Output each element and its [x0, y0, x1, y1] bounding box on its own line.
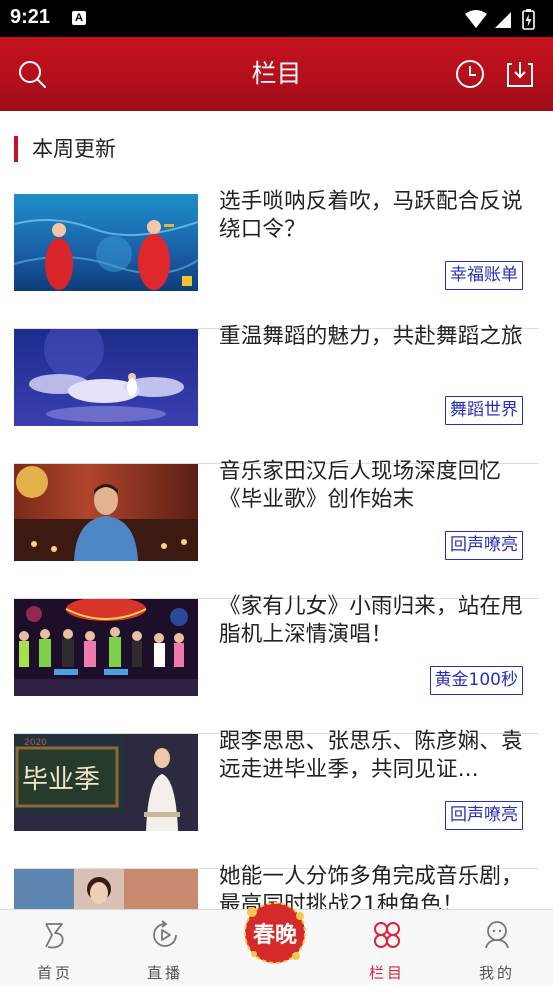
section-title: 本周更新: [32, 137, 116, 161]
tab-home[interactable]: 首页: [0, 910, 110, 985]
status-time: 9:21: [10, 6, 51, 28]
section-accent-bar: [14, 136, 18, 162]
status-icons: [465, 9, 535, 30]
item-title[interactable]: 《家有儿女》小雨归来，站在甩脂机上深情演唱！: [219, 593, 535, 649]
search-icon[interactable]: [16, 58, 48, 90]
live-icon: [153, 920, 177, 947]
columns-icon: [374, 922, 400, 948]
battery-icon: [522, 9, 535, 30]
list-item[interactable]: 《家有儿女》小雨归来，站在甩脂机上深情演唱！ 黄金100秒: [14, 594, 539, 734]
profile-icon: [485, 921, 509, 949]
tab-live[interactable]: 直播: [110, 910, 220, 985]
list-item[interactable]: 音乐家田汉后人现场深度回忆《毕业歌》创作始末 回声嘹亮: [14, 459, 539, 599]
item-title[interactable]: 重温舞蹈的魅力，共赴舞蹈之旅: [219, 323, 535, 351]
thumb-year: 2020: [24, 738, 47, 748]
program-tag[interactable]: 回声嘹亮: [445, 801, 523, 830]
video-thumbnail[interactable]: [14, 599, 198, 696]
program-tag[interactable]: 幸福账单: [445, 261, 523, 290]
tab-columns[interactable]: 栏目: [332, 910, 442, 985]
list-item[interactable]: 2020 毕业季 跟李思思、张思乐、陈彦娴、袁远走进毕业季，共同见证... 回声…: [14, 729, 539, 869]
tab-label: 栏目: [368, 964, 405, 982]
spring-gala-label: 春晚: [253, 923, 297, 948]
notification-a-icon: A: [72, 11, 86, 25]
item-title[interactable]: 跟李思思、张思乐、陈彦娴、袁远走进毕业季，共同见证...: [219, 728, 535, 784]
list-item[interactable]: 重温舞蹈的魅力，共赴舞蹈之旅 舞蹈世界: [14, 324, 539, 464]
video-thumbnail[interactable]: [14, 464, 198, 561]
status-bar: 9:21 A: [0, 0, 553, 37]
home-icon: [45, 923, 64, 949]
video-thumbnail[interactable]: 2020 毕业季: [14, 734, 198, 831]
item-title[interactable]: 选手唢呐反着吹，马跃配合反说绕口令？: [219, 188, 535, 244]
history-icon[interactable]: [454, 58, 486, 90]
item-title[interactable]: 音乐家田汉后人现场深度回忆《毕业歌》创作始末: [219, 458, 535, 514]
video-thumbnail[interactable]: [14, 329, 198, 426]
video-thumbnail[interactable]: [14, 194, 198, 291]
program-tag[interactable]: 黄金100秒: [429, 666, 523, 695]
signal-icon: [495, 12, 511, 28]
app-header: 栏目: [0, 37, 553, 111]
program-tag[interactable]: 舞蹈世界: [445, 396, 523, 425]
tab-label: 直播: [146, 964, 183, 982]
thumb-graduation-text: 毕业季: [22, 765, 100, 795]
bottom-tab-bar: 首页 直播 春晚 栏目 我的: [0, 902, 553, 985]
program-tag[interactable]: 回声嘹亮: [445, 531, 523, 560]
tab-label: 首页: [36, 964, 73, 982]
tab-profile[interactable]: 我的: [442, 910, 552, 985]
tab-label: 我的: [478, 964, 515, 982]
spring-gala-icon[interactable]: 春晚: [238, 896, 312, 970]
list-item[interactable]: 选手唢呐反着吹，马跃配合反说绕口令？ 幸福账单: [14, 189, 539, 329]
download-icon[interactable]: [504, 58, 536, 90]
wifi-icon: [465, 10, 487, 28]
